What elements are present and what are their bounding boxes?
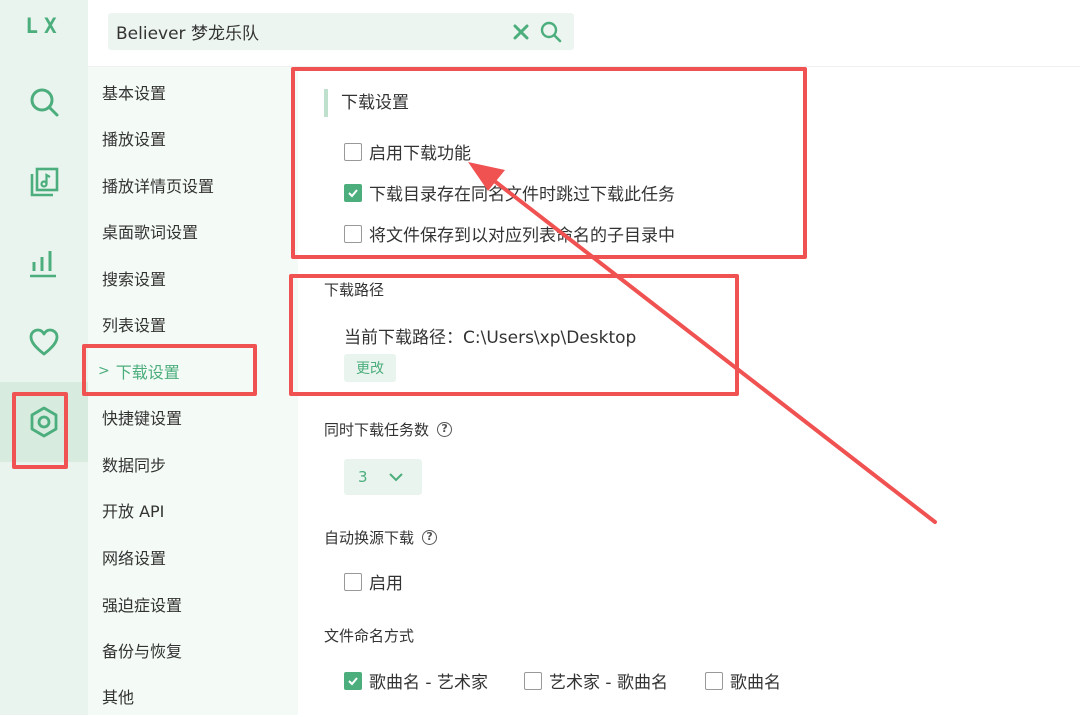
close-icon [513,24,529,39]
nav-item-list[interactable]: 列表设置 [88,301,298,347]
naming-option-song[interactable]: 歌曲名 [705,668,781,693]
option-label: 艺术家 - 歌曲名 [549,673,668,693]
nav-item-ocd[interactable]: 强迫症设置 [88,581,298,627]
nav-item-backup[interactable]: 备份与恢复 [88,627,298,673]
checkbox[interactable] [524,671,542,690]
rail-favorite-button[interactable] [0,302,88,382]
nav-item-basic[interactable]: 基本设置 [88,69,298,115]
annotation-box-path [289,274,739,396]
nav-item-other[interactable]: 其他 [88,673,298,719]
nav-item-sync[interactable]: 数据同步 [88,441,298,487]
heart-icon [29,328,59,356]
nav-item-network[interactable]: 网络设置 [88,534,298,580]
help-icon[interactable]: ? [437,422,453,437]
annotation-box-options [291,67,807,259]
search-bar [108,13,574,50]
annotation-box-nav [82,344,257,396]
help-icon[interactable]: ? [422,530,438,545]
icon-rail: LX [0,0,88,715]
concurrent-select[interactable]: 3 [344,459,422,495]
search-button[interactable] [536,13,566,50]
auto-switch-title: 自动换源下载 ? [324,527,438,548]
app-logo: LX [25,14,63,38]
concurrent-title-label: 同时下载任务数 [324,421,430,439]
rail-library-button[interactable] [0,142,88,222]
naming-title: 文件命名方式 [324,627,415,645]
concurrent-title: 同时下载任务数 ? [324,419,453,440]
nav-item-hotkey[interactable]: 快捷键设置 [88,394,298,440]
checkbox[interactable] [705,671,723,690]
option-label: 启用 [369,574,403,594]
option-label: 歌曲名 [730,673,781,693]
chart-icon [30,251,56,278]
auto-switch-option[interactable]: 启用 [344,569,403,594]
rail-search-button[interactable] [0,62,88,142]
checkbox[interactable] [344,572,362,591]
music-library-icon [30,167,59,197]
nav-item-play-detail[interactable]: 播放详情页设置 [88,162,298,208]
option-label: 歌曲名 - 艺术家 [369,673,488,693]
nav-item-open-api[interactable]: 开放 API [88,487,298,533]
naming-option-song-artist[interactable]: 歌曲名 - 艺术家 [344,668,488,693]
clear-search-button[interactable] [506,13,536,50]
rail-chart-button[interactable] [0,222,88,302]
search-icon [540,21,562,42]
auto-switch-title-label: 自动换源下载 [324,529,415,547]
checkbox[interactable] [344,671,362,690]
search-input[interactable] [108,13,506,50]
search-icon [30,88,59,117]
checkmark-icon [348,676,358,685]
nav-item-search[interactable]: 搜索设置 [88,255,298,301]
select-value: 3 [358,468,368,486]
naming-option-artist-song[interactable]: 艺术家 - 歌曲名 [524,668,668,693]
chevron-down-icon [388,473,403,482]
annotation-box-settings [12,392,68,469]
nav-item-playback[interactable]: 播放设置 [88,115,298,161]
nav-item-desktop-lyric[interactable]: 桌面歌词设置 [88,208,298,254]
